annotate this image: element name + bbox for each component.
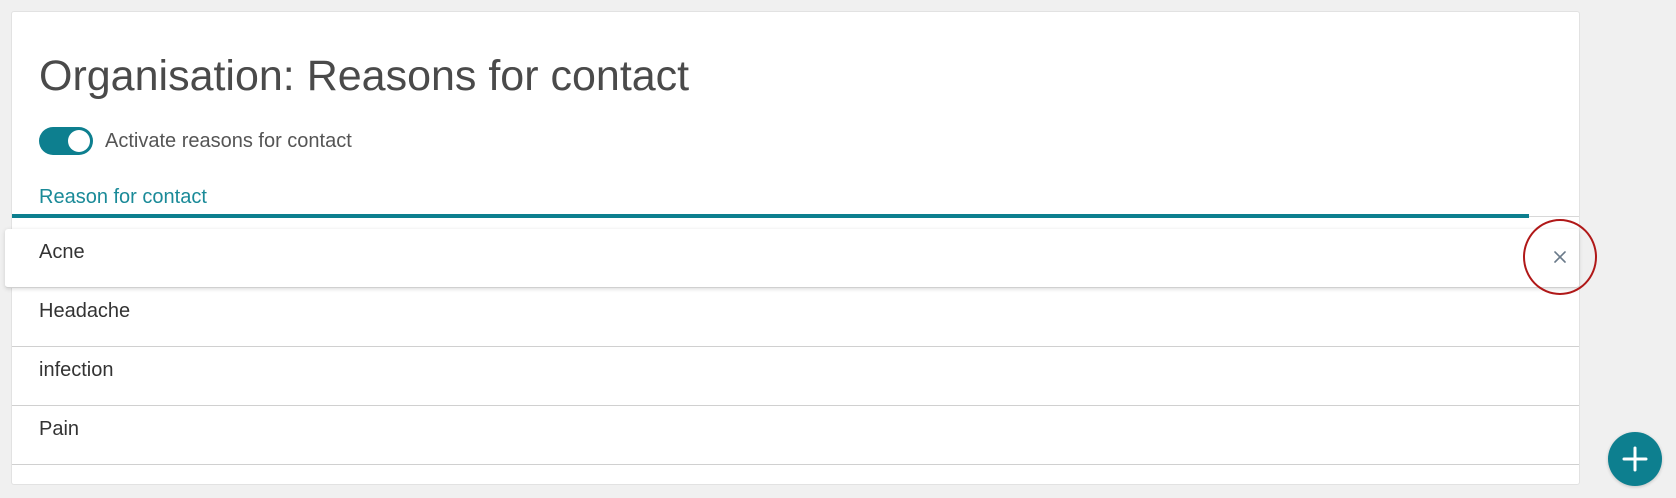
list-item[interactable]: Headache xyxy=(12,288,1579,347)
close-icon xyxy=(1554,251,1566,263)
list-item-label: Headache xyxy=(39,300,131,322)
add-reason-button[interactable] xyxy=(1608,432,1662,486)
activate-reasons-label: Activate reasons for contact xyxy=(105,129,352,152)
list-item[interactable]: Acne xyxy=(5,219,1597,295)
page-title: Organisation: Reasons for contact xyxy=(39,52,690,100)
list-item[interactable]: Pain xyxy=(12,406,1579,465)
column-header-divider xyxy=(1529,216,1579,217)
toggle-knob xyxy=(68,130,90,152)
reasons-list: Acne Headache infection Pain xyxy=(5,219,1597,465)
list-item-label: infection xyxy=(39,359,114,381)
list-item-label: Acne xyxy=(39,241,85,263)
activate-reasons-toggle[interactable] xyxy=(39,127,93,155)
column-header-underline xyxy=(12,214,1529,218)
list-item[interactable]: infection xyxy=(12,347,1579,406)
list-item-label: Pain xyxy=(39,418,80,440)
plus-icon xyxy=(1622,446,1648,472)
column-header-reason[interactable]: Reason for contact xyxy=(39,186,207,209)
reasons-card: Organisation: Reasons for contact Activa… xyxy=(5,11,1597,485)
delete-button[interactable] xyxy=(1523,219,1597,295)
activate-reasons-row: Activate reasons for contact xyxy=(39,126,352,156)
